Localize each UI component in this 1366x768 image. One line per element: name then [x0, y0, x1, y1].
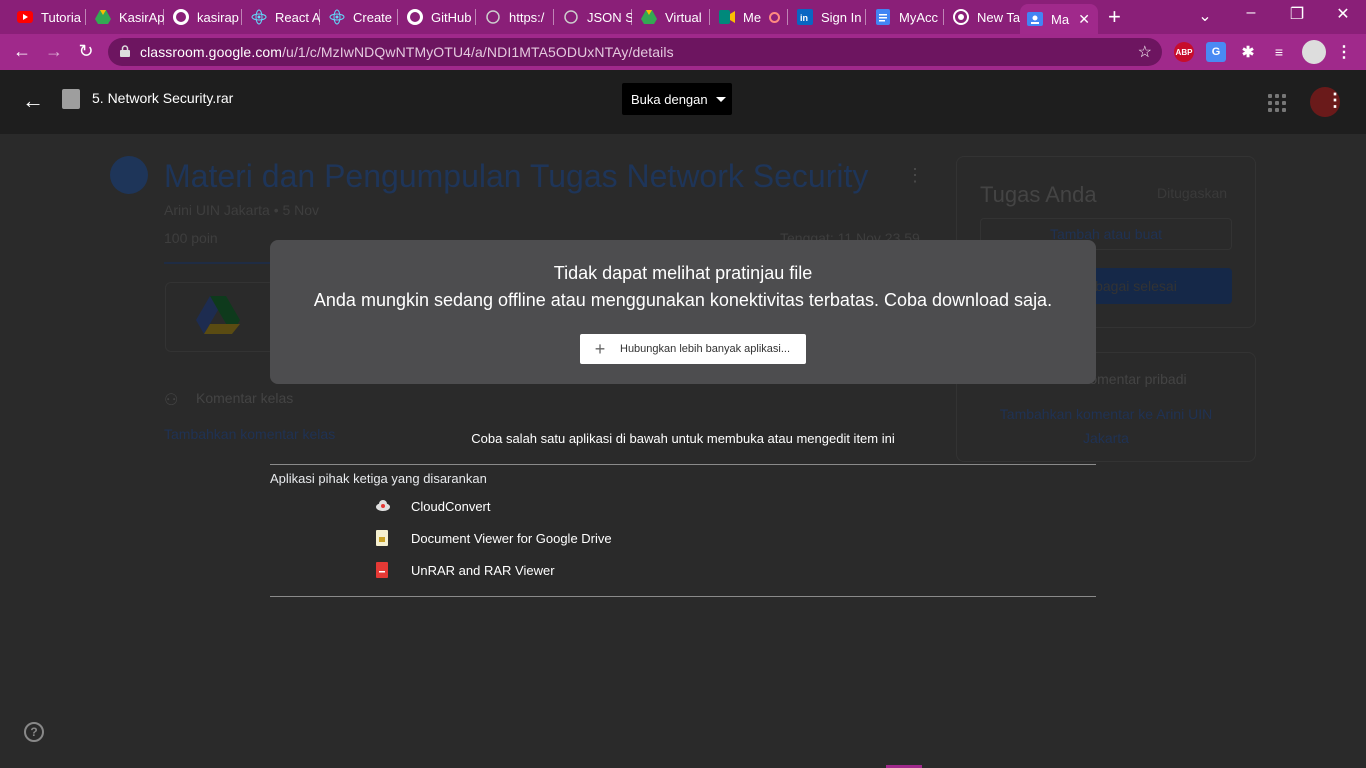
- browser-tab[interactable]: in Sign In: [790, 4, 866, 30]
- assignment-title: Materi dan Pengumpulan Tugas Network Sec…: [164, 158, 869, 194]
- archive-file-icon: [62, 89, 80, 109]
- file-viewer-header: ← 5. Network Security.rar Buka dengan ⋮: [0, 70, 1366, 134]
- plus-icon: +: [594, 338, 606, 359]
- translate-extension-icon[interactable]: G: [1206, 42, 1226, 62]
- preview-error-message: Anda mungkin sedang offline atau menggun…: [313, 290, 1053, 310]
- try-apps-text: Coba salah satu aplikasi di bawah untuk …: [471, 431, 895, 446]
- web-icon: [484, 8, 502, 26]
- caret-down-icon: [715, 96, 726, 102]
- linkedin-icon: in: [796, 8, 814, 26]
- docs-icon: [874, 8, 892, 26]
- google-drive-icon: [94, 8, 112, 26]
- open-with-button[interactable]: Buka dengan: [622, 83, 732, 115]
- github-icon: [172, 8, 190, 26]
- profile-avatar[interactable]: [1302, 40, 1326, 64]
- suggested-app-document-viewer[interactable]: Document Viewer for Google Drive: [376, 528, 612, 548]
- svg-text:in: in: [800, 13, 808, 23]
- your-work-title: Tugas Anda: [980, 182, 1097, 207]
- file-name: 5. Network Security.rar: [92, 90, 234, 106]
- preview-error-card: Tidak dapat melihat pratinjau file Anda …: [270, 240, 1096, 384]
- more-options-icon[interactable]: ⋮: [1326, 90, 1344, 111]
- browser-tab[interactable]: MyAcc: [868, 4, 944, 30]
- your-work-status: Ditugaskan: [1157, 185, 1228, 201]
- suggested-apps-label: Aplikasi pihak ketiga yang disarankan: [270, 471, 487, 486]
- browser-tab[interactable]: https:/: [478, 4, 554, 30]
- browser-tab[interactable]: New Ta: [946, 4, 1020, 30]
- meet-icon: [718, 8, 736, 26]
- address-bar[interactable]: classroom.google.com/u/1/c/MzIwNDQwNTMyO…: [108, 38, 1162, 66]
- browser-tab[interactable]: Virtual: [634, 4, 710, 30]
- recording-icon: [769, 11, 781, 23]
- connect-more-apps-button[interactable]: + Hubungkan lebih banyak aplikasi...: [580, 334, 806, 364]
- unrar-icon: [376, 562, 390, 578]
- suggested-app-cloudconvert[interactable]: CloudConvert: [376, 496, 491, 516]
- forward-icon[interactable]: →: [43, 41, 65, 62]
- cloudconvert-icon: [376, 498, 390, 514]
- document-viewer-icon: [376, 530, 390, 546]
- apps-grid-icon[interactable]: [1268, 94, 1286, 112]
- bookmark-star-icon[interactable]: ☆: [1138, 42, 1152, 62]
- assignment-meta: Arini UIN Jakarta • 5 Nov: [164, 202, 320, 218]
- browser-tab[interactable]: Tutoria: [10, 4, 86, 30]
- lock-icon: [120, 44, 130, 60]
- react-icon: [328, 8, 346, 26]
- browser-tab[interactable]: GitHub: [400, 4, 476, 30]
- assignment-more-icon[interactable]: ⋮: [906, 165, 924, 186]
- minimize-icon[interactable]: –: [1228, 4, 1274, 22]
- browser-tab[interactable]: Me: [712, 4, 788, 30]
- google-drive-icon: [640, 8, 658, 26]
- class-comments-label: Komentar kelas: [196, 390, 294, 406]
- web-icon: [562, 8, 580, 26]
- browser-tab[interactable]: JSON S: [556, 4, 632, 30]
- google-drive-logo: [196, 296, 240, 334]
- youtube-icon: [16, 8, 34, 26]
- back-icon[interactable]: ←: [11, 41, 33, 62]
- chrome-icon: [952, 8, 970, 26]
- extensions-puzzle-icon[interactable]: ✱: [1238, 42, 1258, 62]
- assignment-icon: [110, 156, 148, 194]
- url-text: classroom.google.com/u/1/c/MzIwNDQwNTMyO…: [140, 44, 674, 60]
- back-arrow-icon[interactable]: ←: [22, 88, 44, 114]
- browser-toolbar: ← → ↻ classroom.google.com/u/1/c/MzIwNDQ…: [0, 34, 1366, 70]
- assignment-points: 100 poin: [164, 230, 218, 246]
- browser-tab-bar: Tutoria KasirAp kasirap React A Create G…: [0, 0, 1366, 34]
- github-icon: [406, 8, 424, 26]
- classroom-icon: [1026, 10, 1044, 28]
- browser-tab-active[interactable]: Ma ✕: [1020, 4, 1098, 34]
- adblock-extension-icon[interactable]: ABP: [1174, 42, 1194, 62]
- help-icon[interactable]: ?: [24, 722, 44, 742]
- close-window-icon[interactable]: ✕: [1320, 4, 1366, 24]
- browser-tab[interactable]: kasirap: [166, 4, 242, 30]
- browser-tab[interactable]: React A: [244, 4, 320, 30]
- people-icon: ⚇: [164, 392, 179, 409]
- react-icon: [250, 8, 268, 26]
- new-tab-icon[interactable]: +: [1108, 4, 1121, 30]
- tab-search-icon[interactable]: ⌄: [1182, 6, 1228, 26]
- media-controls-icon[interactable]: ≡: [1269, 42, 1289, 62]
- preview-error-title: Tidak dapat melihat pratinjau file: [553, 263, 813, 283]
- divider: [270, 596, 1096, 597]
- reload-icon[interactable]: ↻: [75, 41, 97, 62]
- browser-tab[interactable]: Create: [322, 4, 398, 30]
- browser-menu-icon[interactable]: ⋮: [1334, 42, 1354, 62]
- close-tab-icon[interactable]: ✕: [1078, 11, 1090, 28]
- divider: [270, 464, 1096, 465]
- restore-icon[interactable]: ❐: [1274, 4, 1320, 24]
- browser-tab[interactable]: KasirAp: [88, 4, 164, 30]
- suggested-app-unrar[interactable]: UnRAR and RAR Viewer: [376, 560, 555, 580]
